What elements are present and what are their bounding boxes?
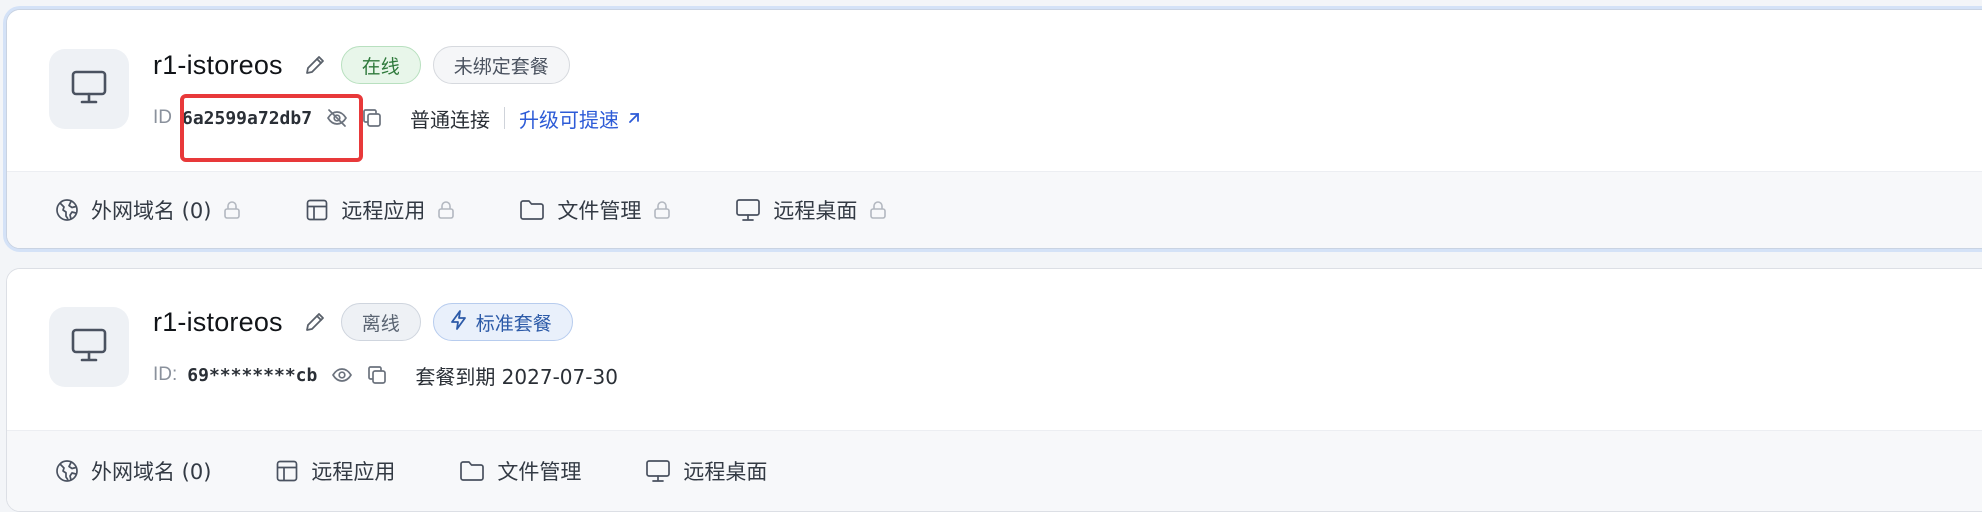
remote-desktop-label: 远程桌面 [683, 460, 768, 484]
remote-desktop-action[interactable]: 远程桌面 [735, 195, 887, 225]
lock-icon [223, 200, 241, 220]
copy-icon[interactable] [362, 108, 382, 128]
copy-icon[interactable] [367, 365, 387, 385]
monitor-icon [71, 328, 107, 366]
device-avatar [49, 307, 129, 387]
folder-icon [459, 460, 485, 482]
remote-desktop-action[interactable]: 远程桌面 [645, 456, 767, 486]
folder-icon [519, 199, 545, 221]
device-card-2[interactable]: r1-istoreos 离线 标准套餐 ID: 69********cb 套餐到… [6, 268, 1982, 512]
device-card-header: r1-istoreos 在线 未绑定套餐 ID 6a2599a72db7 普通连… [7, 10, 1982, 173]
layout-icon [305, 198, 329, 222]
plan-expire-text: 套餐到期 2027-07-30 [415, 364, 618, 389]
plan-badge[interactable]: 标准套餐 [432, 303, 573, 341]
remote-app-label: 远程应用 [341, 199, 426, 223]
id-label: ID: [153, 364, 178, 385]
desktop-icon [735, 198, 761, 222]
device-avatar [49, 49, 129, 129]
file-manager-action[interactable]: 文件管理 [519, 195, 671, 225]
id-label: ID [153, 107, 172, 128]
status-badge: 在线 [340, 46, 421, 84]
pencil-icon[interactable] [303, 310, 327, 334]
lock-icon [653, 200, 671, 220]
device-title-row: r1-istoreos 在线 未绑定套餐 [153, 45, 570, 85]
device-id-value: 69********cb [187, 364, 318, 386]
remote-app-label: 远程应用 [311, 460, 396, 484]
status-badge: 离线 [340, 303, 421, 341]
upgrade-link-label: 升级可提速 [519, 107, 620, 132]
desktop-icon [645, 459, 671, 483]
plan-badge[interactable]: 未绑定套餐 [432, 46, 570, 84]
plan-badge-label: 标准套餐 [475, 312, 552, 335]
globe-icon [55, 198, 79, 222]
lock-icon [437, 200, 455, 220]
file-manager-label: 文件管理 [557, 199, 642, 223]
device-actions-bar: 外网域名 (0) 远程应用 文件管理 远程桌面 [7, 171, 1982, 248]
remote-app-action[interactable]: 远程应用 [305, 195, 455, 225]
file-manager-label: 文件管理 [497, 460, 582, 484]
monitor-icon [71, 70, 107, 108]
device-card-header: r1-istoreos 离线 标准套餐 ID: 69********cb 套餐到… [7, 269, 1982, 432]
domain-action-label: 外网域名 (0) [91, 460, 212, 484]
globe-icon [55, 459, 79, 483]
pencil-icon[interactable] [303, 53, 327, 77]
device-name: r1-istoreos [153, 49, 283, 80]
divider [504, 107, 506, 129]
domain-action[interactable]: 外网域名 (0) [55, 195, 241, 225]
device-title-row: r1-istoreos 离线 标准套餐 [153, 302, 573, 342]
lock-icon [869, 200, 887, 220]
arrow-up-right-icon [619, 106, 641, 130]
bolt-icon [450, 309, 476, 335]
remote-app-action[interactable]: 远程应用 [275, 456, 395, 486]
connection-type: 普通连接 [410, 107, 491, 132]
layout-icon [275, 459, 299, 483]
domain-action-label: 外网域名 (0) [91, 199, 212, 223]
device-name: r1-istoreos [153, 306, 283, 337]
device-card-1[interactable]: r1-istoreos 在线 未绑定套餐 ID 6a2599a72db7 普通连… [6, 9, 1982, 249]
file-manager-action[interactable]: 文件管理 [459, 456, 581, 486]
eye-icon[interactable] [331, 366, 353, 384]
remote-desktop-label: 远程桌面 [773, 199, 858, 223]
device-id-row: ID: 69********cb 套餐到期 2027-07-30 [153, 357, 618, 393]
domain-action[interactable]: 外网域名 (0) [55, 456, 211, 486]
upgrade-link[interactable]: 升级可提速 [519, 104, 641, 133]
id-highlight-box [180, 94, 363, 162]
device-actions-bar: 外网域名 (0) 远程应用 文件管理 远程桌面 [7, 430, 1982, 511]
